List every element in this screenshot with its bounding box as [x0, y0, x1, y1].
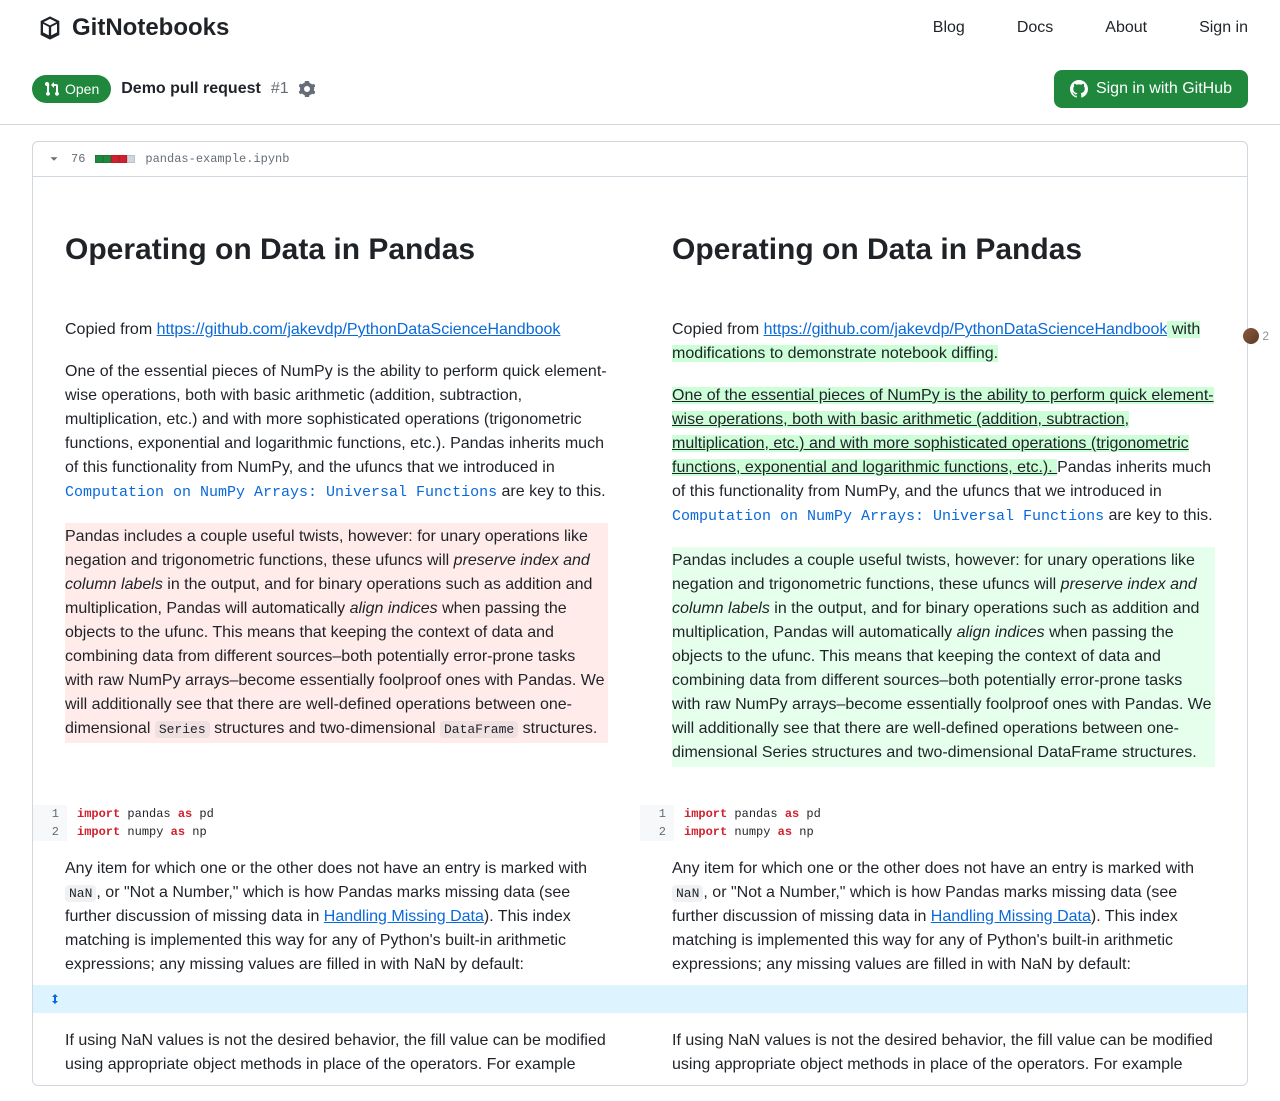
expand-hunk-row[interactable] [33, 985, 1247, 1013]
file-card: 76 pandas-example.ipynb Operating on Dat… [32, 141, 1248, 1086]
missing-data-link-right[interactable]: Handling Missing Data [931, 908, 1091, 925]
comment-avatar-badge[interactable]: 2 [1243, 327, 1269, 345]
open-label: Open [65, 81, 99, 97]
file-header[interactable]: 76 pandas-example.ipynb [33, 142, 1247, 177]
pr-number: #1 [271, 80, 289, 98]
github-icon [1070, 80, 1088, 98]
left-p4: If using NaN values is not the desired b… [33, 1013, 640, 1085]
diff-stat-squares [95, 155, 135, 163]
pr-open-badge: Open [32, 75, 111, 103]
ufuncs-link-right[interactable]: Computation on NumPy Arrays: Universal F… [672, 508, 1104, 525]
missing-data-link-left[interactable]: Handling Missing Data [324, 908, 484, 925]
removed-block: Pandas includes a couple useful twists, … [65, 523, 608, 743]
top-nav: Blog Docs About Sign in [933, 19, 1248, 37]
source-link-left[interactable]: https://github.com/jakevdp/PythonDataSci… [157, 321, 561, 338]
gear-icon[interactable] [299, 81, 315, 97]
signin-github-label: Sign in with GitHub [1096, 80, 1232, 98]
ufuncs-link-left[interactable]: Computation on NumPy Arrays: Universal F… [65, 484, 497, 501]
pr-title: Demo pull request [121, 80, 261, 98]
nav-about[interactable]: About [1105, 19, 1147, 37]
source-link-right[interactable]: https://github.com/jakevdp/PythonDataSci… [764, 321, 1168, 338]
brand-icon [36, 14, 64, 42]
heading-left: Operating on Data in Pandas [65, 227, 608, 272]
right-p3: Any item for which one or the other does… [640, 841, 1247, 985]
right-p4: If using NaN values is not the desired b… [640, 1013, 1247, 1085]
diff-count: 76 [71, 152, 85, 166]
heading-right: Operating on Data in Pandas [672, 227, 1215, 272]
left-p3: Any item for which one or the other does… [33, 841, 640, 985]
code-line-1: 1import pandas as pd 1import pandas as p… [33, 805, 1247, 823]
left-pane: Operating on Data in Pandas Copied from … [33, 177, 640, 805]
nav-docs[interactable]: Docs [1017, 19, 1053, 37]
chevron-down-icon [47, 152, 61, 166]
nav-signin[interactable]: Sign in [1199, 19, 1248, 37]
brand-name: GitNotebooks [72, 14, 229, 42]
nav-blog[interactable]: Blog [933, 19, 965, 37]
filename: pandas-example.ipynb [145, 152, 289, 166]
added-block: Pandas includes a couple useful twists, … [672, 547, 1215, 767]
brand[interactable]: GitNotebooks [36, 14, 229, 42]
right-pane: 2 Operating on Data in Pandas Copied fro… [640, 177, 1247, 805]
avatar-icon [1243, 328, 1259, 344]
expand-icon[interactable] [33, 985, 77, 1013]
signin-github-button[interactable]: Sign in with GitHub [1054, 70, 1248, 108]
comment-count: 2 [1262, 327, 1269, 345]
git-pull-request-icon [44, 81, 60, 97]
code-line-2: 2import numpy as np 2import numpy as np [33, 823, 1247, 841]
